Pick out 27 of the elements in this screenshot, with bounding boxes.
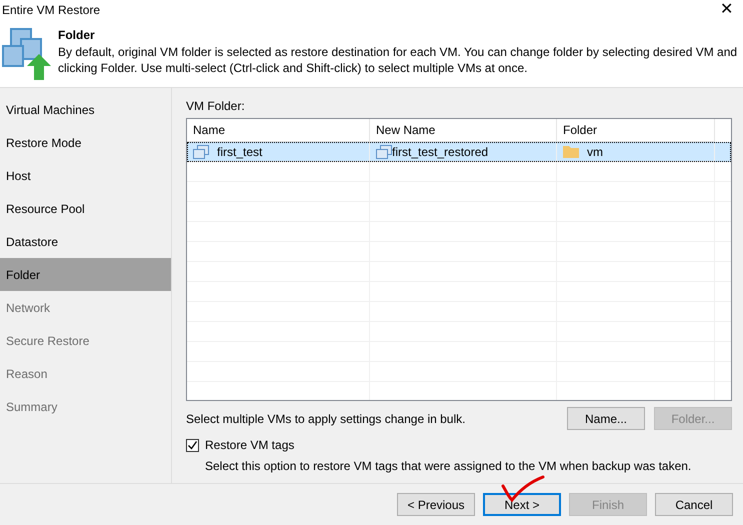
bulk-button[interactable]: Name... [567, 407, 645, 430]
wizard-step[interactable]: Virtual Machines [0, 93, 171, 126]
checkbox-hint: Select this option to restore VM tags that were assigned to the VM when backup was taken. [205, 458, 692, 475]
page-description: By default, original VM folder is selected as restore destination for each VM. You can change folder by selecting desired VM and clicking Folder. Use multi-select (Ctrl-click and Shift-click) to select multiple VMs at once. [58, 44, 738, 76]
nav-button[interactable]: Cancel [655, 493, 733, 516]
wizard-step[interactable]: Restore Mode [0, 126, 171, 159]
checkbox-label: Restore VM tags [205, 437, 294, 454]
page-title: Folder [58, 28, 96, 43]
folder-icon [563, 145, 579, 158]
nav-button[interactable]: < Previous [397, 493, 475, 516]
close-button[interactable]: ✕ [710, 2, 743, 18]
wizard-step[interactable]: Host [0, 159, 171, 192]
grid-label: VM Folder: [186, 98, 246, 115]
vm-icon [193, 144, 209, 158]
wizard-step[interactable]: Datastore [0, 225, 171, 258]
nav-button[interactable]: Next > [483, 493, 561, 516]
vm-icon [376, 144, 392, 158]
table-cell-text: first_test_restored [392, 144, 488, 160]
table-cell-text: vm [587, 144, 603, 160]
restore-icon [2, 28, 52, 80]
wizard-step[interactable]: Resource Pool [0, 192, 171, 225]
bulk-hint: Select multiple VMs to apply settings change in bulk. [186, 410, 466, 428]
table-cell-text: first_test [217, 144, 262, 160]
tags-checkbox[interactable] [186, 438, 199, 452]
window-title: Entire VM Restore [2, 2, 100, 19]
wizard-step[interactable]: Folder [0, 258, 171, 291]
table-row[interactable]: first_test first_test_restored vm [187, 142, 731, 162]
